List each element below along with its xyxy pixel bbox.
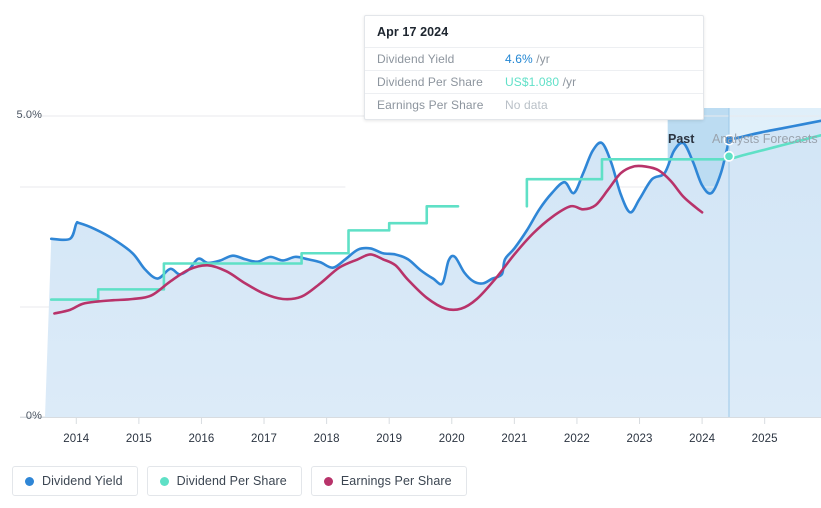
tooltip-row-key: Earnings Per Share [377,98,484,112]
x-axis-label-2015: 2015 [125,433,152,445]
tooltip-row-unit: /yr [532,52,550,66]
tooltip-row-number: 4.6% [505,52,533,66]
tooltip-row-value: No data [505,98,548,112]
y-axis-label-top: 5.0% [16,109,42,121]
x-axis-label-2016: 2016 [188,433,215,445]
x-axis-label-2019: 2019 [376,433,403,445]
tooltip-row: Dividend Per Share US$1.080 /yr [365,71,703,94]
legend-item-dividend-per-share[interactable]: Dividend Per Share [146,466,302,496]
tooltip-row-number: No data [505,98,548,112]
x-axis-label-2020: 2020 [438,433,465,445]
legend-color-dot-icon [159,476,169,486]
legend-item-label: Dividend Yield [42,474,123,488]
marker-dividend-per-share [723,150,735,162]
tooltip-row-value: US$1.080 /yr [505,75,576,89]
legend-item-label: Earnings Per Share [340,474,452,488]
legend-color-dot-icon [25,476,34,486]
x-axis-label-2017: 2017 [251,433,278,445]
tooltip-row-key: Dividend Yield [377,52,455,66]
tooltip-row-value: 4.6% /yr [505,52,550,66]
x-axis-label-2023: 2023 [626,433,653,445]
tooltip-row-key: Dividend Per Share [377,75,483,89]
chart-axis-line [20,417,821,424]
tooltip-rows: Dividend Yield 4.6% /yr Dividend Per Share… [365,48,703,119]
legend-item-earnings-per-share[interactable]: Earnings Per Share [310,466,467,496]
tooltip-row-unit: /yr [559,75,577,89]
tooltip-row: Earnings Per Share No data [365,94,703,119]
x-axis-label-2024: 2024 [689,433,716,445]
forecast-period-label: Analysts Forecasts [712,132,818,146]
x-axis-label-2022: 2022 [563,433,590,445]
tooltip-row-number: US$1.080 [505,75,560,89]
x-axis-label-2025: 2025 [751,433,778,445]
tooltip-row: Dividend Yield 4.6% /yr [365,48,703,71]
x-axis-label-2018: 2018 [313,433,340,445]
x-axis-label-2014: 2014 [63,433,90,445]
x-axis-label-2021: 2021 [501,433,528,445]
chart-tooltip: Apr 17 2024 Dividend Yield 4.6% /yr Divide… [364,15,704,120]
tooltip-date: Apr 17 2024 [365,16,703,48]
legend-color-dot-icon [323,476,333,486]
chart-legend[interactable]: Dividend Yield Dividend Per Share Earnings… [12,466,467,496]
legend-item-label: Dividend Per Share [176,474,287,488]
past-period-label: Past [668,132,695,146]
y-axis-label-bottom: 0% [25,410,42,422]
dividend-chart-widget: 5.0% 0% 2014 2015 2016 2017 2018 2019 2020 2021… [0,0,821,508]
legend-item-dividend-yield[interactable]: Dividend Yield [12,466,138,496]
